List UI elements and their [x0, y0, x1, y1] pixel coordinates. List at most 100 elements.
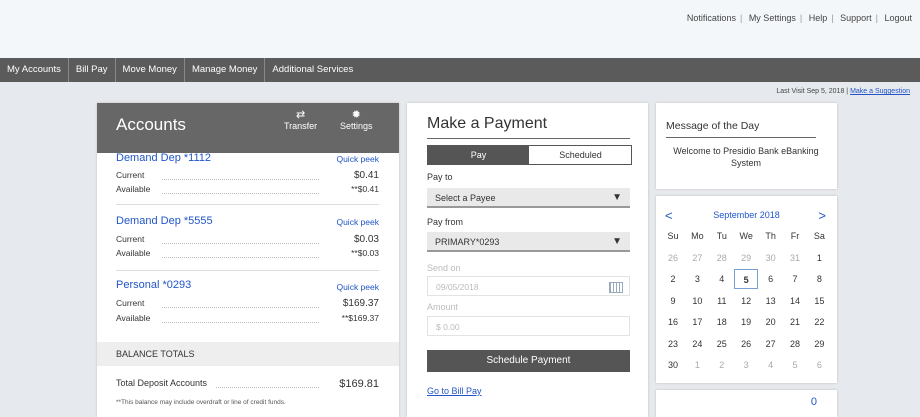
account-name-0293[interactable]: Personal *0293: [116, 279, 191, 291]
calendar-day[interactable]: 5: [783, 355, 807, 375]
notifications-link[interactable]: Notifications: [687, 13, 736, 23]
logout-link[interactable]: Logout: [884, 13, 912, 23]
calendar-day[interactable]: 30: [759, 248, 783, 268]
nav-bill-pay[interactable]: Bill Pay: [69, 58, 116, 82]
calendar-day[interactable]: 4: [710, 269, 734, 289]
schedule-payment-button[interactable]: Schedule Payment: [427, 350, 630, 372]
calendar-day[interactable]: 29: [734, 248, 758, 268]
divider: [116, 270, 379, 271]
weekday-header: Su: [667, 231, 679, 241]
dot-leader: [216, 387, 319, 388]
weekday-header: Th: [765, 231, 776, 241]
calendar-day[interactable]: 22: [807, 312, 831, 332]
settings-button[interactable]: ✹ Settings: [340, 109, 373, 131]
total-value: $169.81: [339, 378, 379, 390]
calendar-day[interactable]: 3: [734, 355, 758, 375]
make-suggestion-link[interactable]: Make a Suggestion: [850, 88, 910, 95]
calendar-day[interactable]: 29: [807, 334, 831, 354]
calendar-day[interactable]: 20: [759, 312, 783, 332]
available-row: Available **$0.41: [116, 184, 379, 194]
top-header: Notifications | My Settings | Help | Suppor…: [0, 0, 920, 59]
nav-manage-money[interactable]: Manage Money: [185, 58, 266, 82]
calendar-day[interactable]: 25: [710, 334, 734, 354]
separator: |: [875, 13, 878, 23]
last-visit: Last Visit Sep 5, 2018 | Make a Suggesti…: [776, 88, 910, 95]
weekday-header: Mo: [691, 231, 704, 241]
calendar-day[interactable]: 24: [685, 334, 709, 354]
weekday-header: We: [739, 231, 753, 241]
calendar-day[interactable]: 8: [807, 269, 831, 289]
quick-peek-5555[interactable]: Quick peek: [336, 217, 379, 227]
calendar-day[interactable]: 28: [783, 334, 807, 354]
current-balance: $169.37: [342, 298, 379, 309]
transfer-button[interactable]: ⇄ Transfer: [284, 109, 317, 131]
calendar-day[interactable]: 11: [710, 291, 734, 311]
calendar-day[interactable]: 2: [710, 355, 734, 375]
support-link[interactable]: Support: [840, 13, 872, 23]
current-row: Current $0.03: [116, 234, 379, 245]
calendar-day[interactable]: 5: [734, 269, 759, 289]
go-to-bill-pay-link[interactable]: Go to Bill Pay: [427, 386, 482, 396]
payee-select[interactable]: Select a Payee ▼: [427, 188, 630, 208]
pay-from-select[interactable]: PRIMARY*0293 ▼: [427, 232, 630, 252]
calendar-day[interactable]: 1: [685, 355, 709, 375]
calendar-day[interactable]: 13: [759, 291, 783, 311]
tab-pay[interactable]: Pay: [428, 146, 529, 164]
next-month-icon[interactable]: >: [818, 208, 826, 223]
accounts-card: Accounts ⇄ Transfer ✹ Settings Demand De…: [97, 103, 399, 417]
account-name-1112[interactable]: Demand Dep *1112: [116, 152, 211, 164]
calendar-day[interactable]: 28: [710, 248, 734, 268]
calendar-day[interactable]: 27: [685, 248, 709, 268]
quick-peek-1112[interactable]: Quick peek: [336, 154, 379, 164]
calendar-day[interactable]: 19: [734, 312, 758, 332]
current-label: Current: [116, 298, 145, 308]
calendar-day[interactable]: 17: [685, 312, 709, 332]
tab-scheduled[interactable]: Scheduled: [530, 146, 631, 164]
calendar-day[interactable]: 12: [734, 291, 758, 311]
my-settings-link[interactable]: My Settings: [749, 13, 796, 23]
calendar-day[interactable]: 26: [734, 334, 758, 354]
calendar-day[interactable]: 15: [807, 291, 831, 311]
calendar-day[interactable]: 14: [783, 291, 807, 311]
amount-input[interactable]: $ 0.00: [427, 316, 630, 336]
quick-peek-0293[interactable]: Quick peek: [336, 282, 379, 292]
calendar-day[interactable]: 10: [685, 291, 709, 311]
accounts-title: Accounts: [116, 115, 186, 134]
help-link[interactable]: Help: [809, 13, 828, 23]
nav-my-accounts[interactable]: My Accounts: [0, 58, 69, 82]
send-on-date-input[interactable]: 09/05/2018: [427, 276, 630, 296]
calendar-day[interactable]: 3: [685, 269, 709, 289]
calendar-day[interactable]: 23: [661, 334, 685, 354]
dot-leader: [162, 307, 319, 308]
calendar-day[interactable]: 4: [759, 355, 783, 375]
pay-from-label: Pay from: [427, 217, 464, 227]
calendar-day[interactable]: 16: [661, 312, 685, 332]
calendar-day[interactable]: 7: [783, 269, 807, 289]
calendar-day[interactable]: 30: [661, 355, 685, 375]
calendar-day[interactable]: 27: [759, 334, 783, 354]
calendar-icon[interactable]: [609, 282, 623, 293]
dot-leader: [162, 193, 319, 194]
calendar-day[interactable]: 6: [807, 355, 831, 375]
caret-down-icon: ▼: [612, 192, 622, 203]
calendar-day[interactable]: 18: [710, 312, 734, 332]
calendar-day[interactable]: 6: [759, 269, 783, 289]
summary-card: 0: [656, 390, 837, 417]
nav-additional-services[interactable]: Additional Services: [265, 58, 360, 82]
available-label: Available: [116, 248, 151, 258]
send-on-label: Send on: [427, 263, 461, 273]
payment-tabs: Pay Scheduled: [427, 145, 632, 165]
nav-move-money[interactable]: Move Money: [116, 58, 185, 82]
calendar-day[interactable]: 2: [661, 269, 685, 289]
pay-from-value: PRIMARY*0293: [435, 237, 500, 247]
calendar-day[interactable]: 31: [783, 248, 807, 268]
calendar-day[interactable]: 9: [661, 291, 685, 311]
current-label: Current: [116, 234, 145, 244]
account-name-5555[interactable]: Demand Dep *5555: [116, 215, 213, 227]
calendar-day[interactable]: 21: [783, 312, 807, 332]
available-label: Available: [116, 313, 151, 323]
current-row: Current $169.37: [116, 298, 379, 309]
calendar-day[interactable]: 1: [807, 248, 831, 268]
calendar-day[interactable]: 26: [661, 248, 685, 268]
make-payment-card: Make a Payment Pay Scheduled Pay to Sele…: [407, 103, 648, 417]
